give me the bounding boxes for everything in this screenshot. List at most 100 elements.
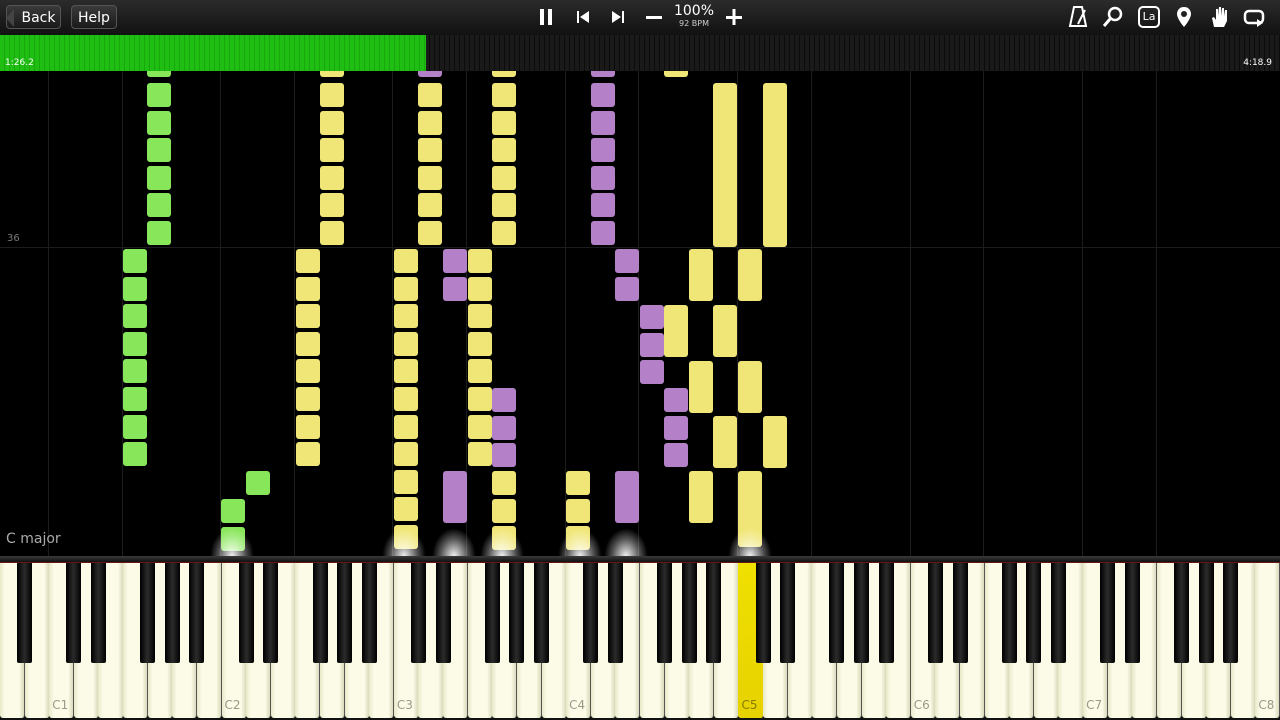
label-icon[interactable]: La (1136, 4, 1162, 30)
piano-keyboard[interactable]: C1 C2 C3 C4 C5 C6 C7 C8 (0, 563, 1280, 720)
note-block (147, 165, 171, 190)
key-signature: C major (6, 531, 61, 547)
black-key[interactable] (509, 563, 525, 663)
note-block (591, 138, 615, 163)
note-block (763, 416, 787, 468)
black-key[interactable] (361, 563, 377, 663)
note-block (468, 304, 492, 329)
note-block (468, 331, 492, 356)
note-block (296, 331, 320, 356)
note-block (320, 193, 344, 218)
search-icon[interactable] (1100, 4, 1126, 30)
black-key[interactable] (312, 563, 328, 663)
black-key[interactable] (17, 563, 33, 663)
progress-fill (0, 35, 427, 71)
black-key[interactable] (1100, 563, 1116, 663)
black-key[interactable] (484, 563, 500, 663)
black-key[interactable] (583, 563, 599, 663)
note-block (689, 471, 713, 523)
note-block (713, 416, 737, 468)
key-glow (382, 528, 426, 556)
black-key[interactable] (1124, 563, 1140, 663)
back-button[interactable]: Back (6, 5, 61, 29)
note-block (492, 138, 516, 163)
help-button[interactable]: Help (71, 5, 117, 29)
black-key[interactable] (140, 563, 156, 663)
hand-icon[interactable] (1206, 4, 1232, 30)
black-key[interactable] (854, 563, 870, 663)
note-block (468, 359, 492, 384)
note-block (123, 276, 147, 301)
octave-label: C3 (396, 698, 413, 712)
octave-label: C2 (224, 698, 241, 712)
note-block (320, 110, 344, 135)
note-block (320, 138, 344, 163)
note-block (640, 332, 664, 357)
black-key[interactable] (780, 563, 796, 663)
note-block (468, 442, 492, 467)
note-block (394, 469, 418, 494)
black-key[interactable] (1174, 563, 1190, 663)
black-key[interactable] (607, 563, 623, 663)
black-key[interactable] (263, 563, 279, 663)
note-block (566, 471, 590, 495)
black-key[interactable] (238, 563, 254, 663)
progress-bar[interactable] (0, 35, 1280, 71)
black-key[interactable] (878, 563, 894, 663)
total-time: 4:18.9 (1243, 58, 1272, 68)
label-icon-text: La (1142, 10, 1156, 23)
black-key[interactable] (410, 563, 426, 663)
black-key[interactable] (706, 563, 722, 663)
key-glow (480, 528, 524, 556)
skip-back-icon[interactable] (570, 4, 596, 30)
black-key[interactable] (1026, 563, 1042, 663)
black-key[interactable] (1050, 563, 1066, 663)
speed-bpm: 92 BPM (679, 19, 709, 28)
note-block (418, 165, 442, 190)
black-key[interactable] (66, 563, 82, 663)
note-block (591, 193, 615, 218)
octave-label: C4 (569, 698, 586, 712)
note-block (296, 387, 320, 411)
note-block (296, 249, 320, 273)
note-block (418, 138, 442, 163)
black-key[interactable] (755, 563, 771, 663)
note-block (738, 361, 762, 413)
skip-forward-icon[interactable] (605, 4, 631, 30)
note-block (123, 414, 147, 439)
note-block (320, 71, 344, 77)
note-block (738, 249, 762, 301)
octave-label: C1 (52, 698, 69, 712)
white-key[interactable] (1255, 563, 1280, 718)
black-key[interactable] (1198, 563, 1214, 663)
note-block (443, 471, 467, 523)
note-block (320, 165, 344, 190)
black-key[interactable] (189, 563, 205, 663)
minus-icon[interactable] (641, 4, 667, 30)
octave-label: C8 (1258, 698, 1275, 712)
black-key[interactable] (90, 563, 106, 663)
black-key[interactable] (927, 563, 943, 663)
loop-icon[interactable] (1241, 4, 1267, 30)
black-key[interactable] (829, 563, 845, 663)
black-key[interactable] (1223, 563, 1239, 663)
black-key[interactable] (1001, 563, 1017, 663)
note-block (689, 361, 713, 413)
plus-icon[interactable] (721, 4, 747, 30)
black-key[interactable] (657, 563, 673, 663)
metronome-icon[interactable] (1065, 4, 1091, 30)
note-block (492, 71, 516, 77)
location-pin-icon[interactable] (1171, 4, 1197, 30)
speed-readout: 100% 92 BPM (672, 4, 716, 29)
black-key[interactable] (435, 563, 451, 663)
note-block (664, 388, 688, 412)
current-time: 1:26.2 (5, 58, 34, 68)
black-key[interactable] (337, 563, 353, 663)
pause-icon[interactable] (533, 4, 559, 30)
black-key[interactable] (952, 563, 968, 663)
black-key[interactable] (681, 563, 697, 663)
black-key[interactable] (534, 563, 550, 663)
black-key[interactable] (164, 563, 180, 663)
note-block (492, 443, 516, 468)
note-block (591, 110, 615, 135)
